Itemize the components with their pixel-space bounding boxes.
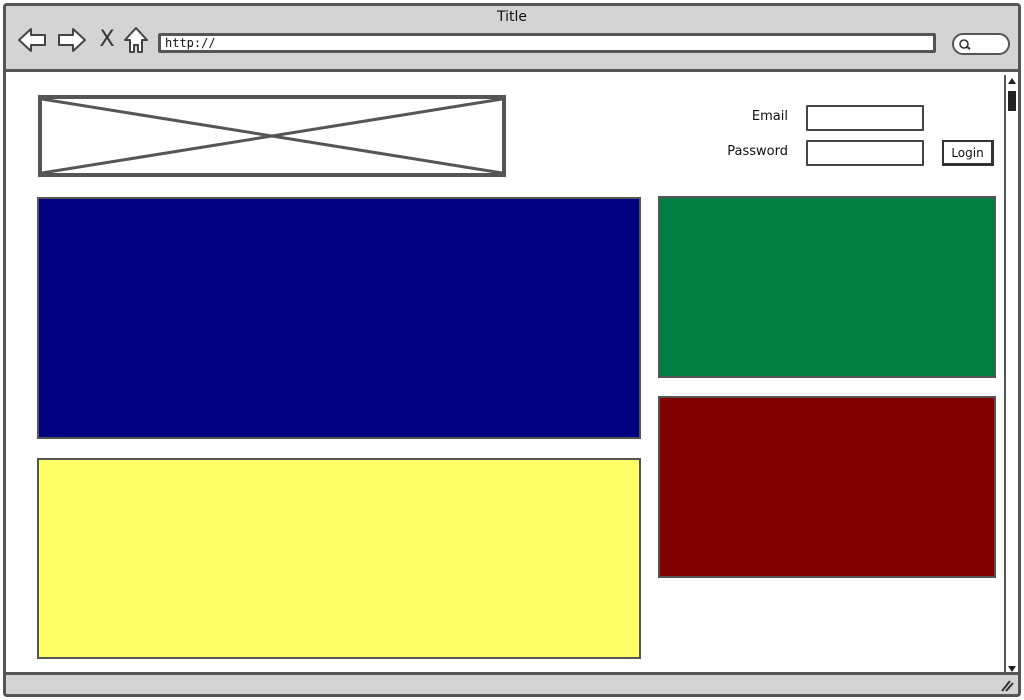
resize-grip-icon[interactable] (1000, 678, 1014, 692)
image-placeholder-icon (38, 95, 506, 177)
status-bar (6, 672, 1018, 694)
home-icon[interactable] (120, 25, 152, 55)
scroll-thumb[interactable] (1008, 91, 1016, 111)
browser-chrome: Title X http:// (6, 6, 1018, 72)
window-title: Title (496, 9, 527, 25)
password-field[interactable] (806, 140, 924, 166)
page-content: Email Password Login (6, 75, 1006, 675)
sidebar-block-bottom (658, 396, 996, 578)
back-icon[interactable] (16, 25, 48, 55)
sidebar-block-top (658, 196, 996, 378)
vertical-scrollbar[interactable] (1004, 75, 1018, 675)
main-content-block-top (37, 197, 641, 439)
forward-icon[interactable] (56, 25, 88, 55)
search-icon (959, 39, 971, 50)
email-field[interactable] (806, 105, 924, 131)
logo-image-placeholder (38, 95, 506, 177)
scroll-up-arrow-icon[interactable] (1007, 77, 1017, 85)
browser-window: Title X http:// Email Password Login (3, 3, 1021, 697)
password-label: Password (727, 144, 788, 159)
search-field[interactable] (952, 33, 1010, 55)
main-content-block-bottom (37, 458, 641, 659)
email-label: Email (751, 109, 788, 124)
login-button[interactable]: Login (942, 140, 994, 166)
address-bar[interactable]: http:// (158, 33, 936, 53)
stop-icon[interactable]: X (96, 25, 118, 55)
